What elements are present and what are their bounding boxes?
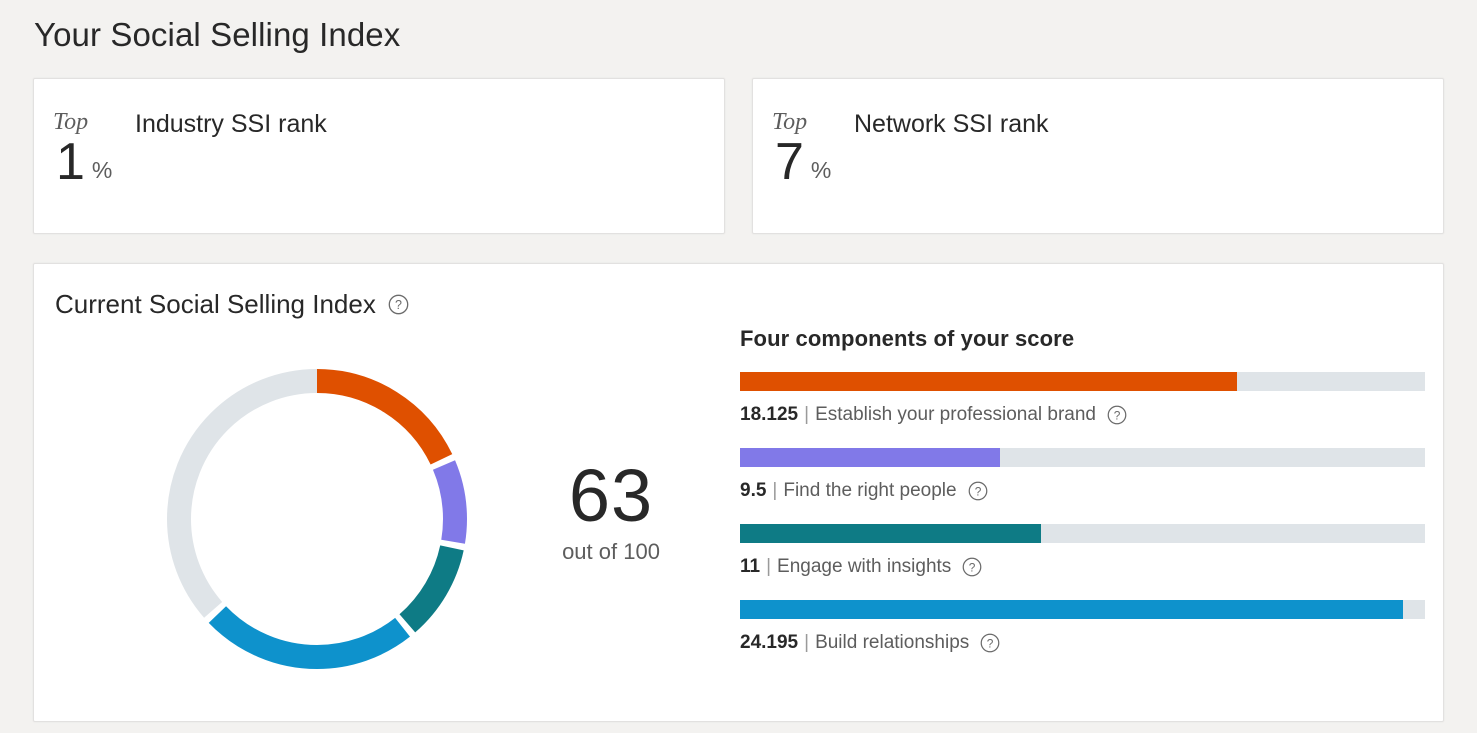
ssi-donut-chart [167, 369, 467, 669]
industry-rank-unit: % [91, 157, 113, 183]
question-mark-circle-icon[interactable]: ? [980, 633, 1000, 653]
component-name: Establish your professional brand [815, 404, 1096, 425]
industry-ssi-rank-card: Top Industry SSI rank 1 % [33, 78, 725, 234]
question-mark-circle-icon[interactable]: ? [1107, 405, 1127, 425]
ssi-score-max-label: out of 100 [562, 539, 660, 564]
question-mark-circle-icon[interactable]: ? [968, 481, 988, 501]
current-ssi-card: Current Social Selling Index ? 63 out of… [33, 263, 1444, 722]
network-rank-value-row: 7 % [775, 136, 831, 188]
current-ssi-title: Current Social Selling Index [55, 289, 376, 319]
network-rank-top-word: Top [772, 109, 808, 135]
ssi-dashboard: Your Social Selling Index Top Industry S… [0, 0, 1477, 733]
network-rank-label: Network SSI rank [854, 110, 1049, 138]
component-score: 9.5 [740, 480, 767, 501]
component-score: 24.195 [740, 632, 799, 653]
industry-rank-value-row: 1 % [56, 136, 112, 188]
ssi-score-value: 63 [568, 454, 654, 537]
component-bar-fill [740, 600, 1404, 619]
component-bar-track [740, 448, 1425, 467]
page-title: Your Social Selling Index [34, 16, 401, 53]
component-separator: | [766, 556, 772, 577]
component-establish-brand: 18.125 | Establish your professional bra… [740, 372, 1430, 426]
ssi-score-block: 63 out of 100 [501, 459, 721, 565]
components-title: Four components of your score [740, 326, 1075, 351]
component-label: 18.125 | Establish your professional bra… [740, 404, 1430, 426]
component-separator: | [804, 404, 810, 425]
svg-text:?: ? [987, 636, 994, 650]
svg-text:?: ? [1114, 408, 1121, 422]
component-bar-fill [740, 448, 1001, 467]
component-build-relationships: 24.195 | Build relationships ? [740, 600, 1430, 654]
question-mark-circle-icon[interactable]: ? [962, 557, 982, 577]
component-bar-fill [740, 524, 1042, 543]
component-bar-track [740, 524, 1425, 543]
question-mark-circle-icon[interactable]: ? [388, 294, 409, 315]
component-name: Engage with insights [777, 556, 952, 577]
industry-rank-value: 1 [56, 133, 85, 191]
component-engage-insights: 11 | Engage with insights ? [740, 524, 1430, 578]
donut-svg [167, 369, 467, 669]
component-bar-track [740, 372, 1425, 391]
component-score: 18.125 [740, 404, 799, 425]
component-label: 24.195 | Build relationships ? [740, 632, 1430, 654]
component-label: 9.5 | Find the right people ? [740, 480, 1430, 502]
component-label: 11 | Engage with insights ? [740, 556, 1430, 578]
component-score: 11 [740, 556, 761, 577]
network-rank-unit: % [810, 157, 832, 183]
score-components: Four components of your score 18.125 | E… [740, 326, 1430, 654]
network-ssi-rank-card: Top Network SSI rank 7 % [752, 78, 1444, 234]
component-name: Build relationships [815, 632, 970, 653]
component-name: Find the right people [783, 480, 957, 501]
component-find-people: 9.5 | Find the right people ? [740, 448, 1430, 502]
industry-rank-top-word: Top [53, 109, 89, 135]
current-ssi-header: Current Social Selling Index ? [55, 289, 409, 320]
svg-text:?: ? [974, 484, 981, 498]
component-bar-fill [740, 372, 1237, 391]
industry-rank-label: Industry SSI rank [135, 110, 327, 138]
component-bar-track [740, 600, 1425, 619]
network-rank-value: 7 [775, 133, 804, 191]
svg-text:?: ? [969, 560, 976, 574]
svg-text:?: ? [395, 298, 402, 312]
component-separator: | [772, 480, 778, 501]
component-separator: | [804, 632, 810, 653]
